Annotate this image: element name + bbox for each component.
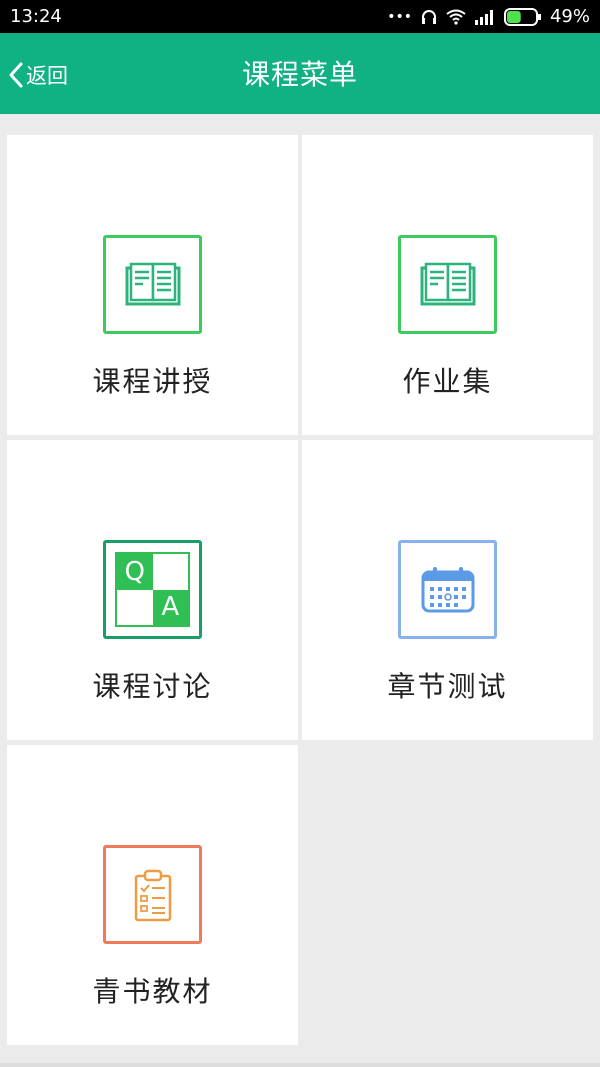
signal-icon <box>474 9 496 25</box>
menu-item-chapter-test[interactable]: 章节测试 <box>302 440 593 740</box>
menu-item-label: 课程讨论 <box>92 670 213 703</box>
book-icon <box>398 235 497 334</box>
bottom-divider <box>0 1063 600 1067</box>
wifi-icon <box>446 9 466 25</box>
a-cell: A <box>152 589 188 625</box>
battery-percent: 49% <box>549 6 590 27</box>
menu-item-label: 课程讲授 <box>92 365 213 398</box>
headphones-icon <box>420 8 438 26</box>
qa-icon: Q A <box>103 540 202 639</box>
menu-item-discussion[interactable]: Q A 课程讨论 <box>7 440 298 740</box>
blank-cell <box>152 554 188 590</box>
book-icon <box>103 235 202 334</box>
menu-item-label: 章节测试 <box>387 670 508 703</box>
battery-icon <box>503 7 542 26</box>
menu-item-assignments[interactable]: 作业集 <box>302 135 593 435</box>
nav-bar: 返回 课程菜单 <box>0 33 600 114</box>
status-time: 13:24 <box>10 6 62 27</box>
menu-item-label: 作业集 <box>402 365 493 398</box>
menu-item-label: 青书教材 <box>92 975 213 1008</box>
menu-item-lectures[interactable]: 课程讲授 <box>7 135 298 435</box>
status-indicators: ••• 49% <box>387 6 590 27</box>
page-title: 课程菜单 <box>241 58 358 91</box>
clipboard-icon <box>103 845 202 944</box>
blank-cell <box>117 589 153 625</box>
more-dots-icon: ••• <box>387 8 412 25</box>
q-cell: Q <box>117 554 153 590</box>
calendar-icon <box>398 540 497 639</box>
menu-item-textbook[interactable]: 青书教材 <box>7 745 298 1045</box>
status-bar: 13:24 ••• 49% <box>0 0 600 33</box>
